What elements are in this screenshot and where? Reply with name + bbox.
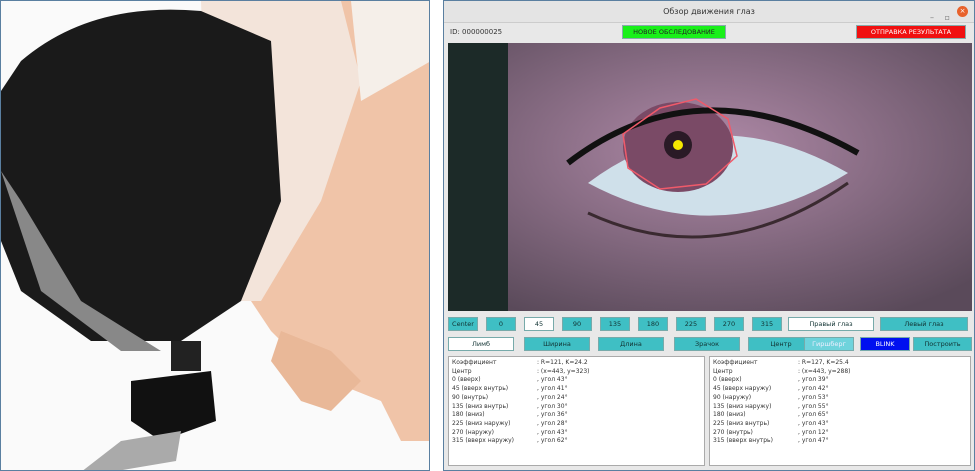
result-line: 225 (вниз внутрь) , угол 43° — [713, 420, 967, 429]
result-label: 180 (вниз) — [452, 411, 485, 419]
result-value: , угол 42° — [798, 385, 829, 393]
result-line: 270 (внутрь) , угол 12° — [713, 429, 967, 438]
title-bar: Обзор движения глаз – ▫ × — [444, 1, 974, 23]
app-window: Обзор движения глаз – ▫ × ID: 000000025 … — [443, 0, 975, 471]
result-label: 225 (вниз наружу) — [452, 419, 511, 427]
eye-camera-view — [448, 43, 972, 311]
length-button[interactable]: Длина — [598, 337, 664, 351]
dir-45-button[interactable]: 45 — [524, 317, 554, 331]
right-eye-results: Коэффициент : R=121, K=24.2 Центр : (x=443,… — [448, 356, 705, 466]
result-value: , угол 47° — [798, 437, 829, 445]
result-label: 180 (вниз) — [713, 411, 746, 419]
right-eye-button[interactable]: Правый глаз — [788, 317, 874, 331]
width-button[interactable]: Ширина — [524, 337, 590, 351]
result-label: 315 (вверх наружу) — [452, 437, 514, 445]
result-value: : R=121, K=24.2 — [537, 359, 588, 366]
pupil-center-marker — [673, 140, 683, 150]
result-line: Коэффициент : R=121, K=24.2 — [452, 359, 701, 368]
left-eye-results: Коэффициент : R=127, K=25.4 Центр : (x=443,… — [709, 356, 971, 466]
result-line: 315 (вверх наружу) , угол 62° — [452, 437, 701, 446]
result-label: 45 (вверх внутрь) — [452, 385, 509, 393]
result-label: 270 (внутрь) — [713, 428, 753, 436]
dir-135-button[interactable]: 135 — [600, 317, 630, 331]
center-button[interactable]: Center — [448, 317, 478, 331]
result-label: 0 (вверх) — [713, 376, 742, 384]
result-label: 225 (вниз внутрь) — [713, 419, 770, 427]
result-value: , угол 28° — [537, 419, 568, 427]
result-value: , угол 12° — [798, 428, 829, 436]
result-line: 180 (вниз) , угол 36° — [452, 411, 701, 420]
result-label: Коэффициент — [452, 359, 497, 366]
result-line: 0 (вверх) , угол 43° — [452, 376, 701, 385]
close-icon[interactable]: × — [957, 6, 968, 17]
dir-90-button[interactable]: 90 — [562, 317, 592, 331]
result-label: 0 (вверх) — [452, 376, 481, 384]
result-value: , угол 41° — [537, 385, 568, 393]
result-line: 90 (внутрь) , угол 24° — [452, 394, 701, 403]
result-value: , угол 43° — [798, 419, 829, 427]
result-value: , угол 43° — [537, 376, 568, 384]
result-line: 315 (вверх внутрь) , угол 47° — [713, 437, 967, 446]
result-label: 90 (наружу) — [713, 393, 752, 401]
result-label: 135 (вниз наружу) — [713, 402, 772, 410]
result-line: 135 (вниз внутрь) , угол 30° — [452, 403, 701, 412]
result-value: , угол 53° — [798, 393, 829, 401]
result-line: Коэффициент : R=127, K=25.4 — [713, 359, 967, 368]
result-line: 0 (вверх) , угол 39° — [713, 376, 967, 385]
result-label: 45 (вверх наружу) — [713, 385, 772, 393]
blink-button[interactable]: BLINK — [860, 337, 910, 351]
result-label: 90 (внутрь) — [452, 393, 489, 401]
pupil-button[interactable]: Зрачок — [674, 337, 740, 351]
result-value: , угол 39° — [798, 376, 829, 384]
dir-0-button[interactable]: 0 — [486, 317, 516, 331]
dir-270-button[interactable]: 270 — [714, 317, 744, 331]
result-value: : R=127, K=25.4 — [798, 359, 849, 366]
measure-button-row: Лимб Ширина Длина Зрачок Центр Гиршберг BLINK П… — [448, 337, 972, 351]
result-value: , угол 55° — [798, 402, 829, 410]
window-title: Обзор движения глаз — [663, 7, 755, 16]
build-button[interactable]: Построить — [913, 337, 972, 351]
result-line: 45 (вверх наружу) , угол 42° — [713, 385, 967, 394]
new-exam-button[interactable]: НОВОЕ ОБСЛЕДОВАНИЕ — [622, 25, 726, 39]
result-value: , угол 65° — [798, 411, 829, 419]
result-value: , угол 30° — [537, 402, 568, 410]
dir-180-button[interactable]: 180 — [638, 317, 668, 331]
result-value: : (x=443, y=323) — [537, 367, 590, 375]
result-line: 135 (вниз наружу) , угол 55° — [713, 403, 967, 412]
send-result-button[interactable]: ОТПРАВКА РЕЗУЛЬТАТА — [856, 25, 966, 39]
result-label: Центр — [452, 367, 472, 375]
result-line: Центр : (x=443, y=288) — [713, 368, 967, 377]
result-line: Центр : (x=443, y=323) — [452, 368, 701, 377]
headset-photo — [0, 0, 430, 471]
result-line: 270 (наружу) , угол 43° — [452, 429, 701, 438]
result-value: : (x=443, y=288) — [798, 367, 851, 375]
dir-315-button[interactable]: 315 — [752, 317, 782, 331]
left-eye-button[interactable]: Левый глаз — [880, 317, 968, 331]
result-line: 225 (вниз наружу) , угол 28° — [452, 420, 701, 429]
result-value: , угол 43° — [537, 428, 568, 436]
result-line: 180 (вниз) , угол 65° — [713, 411, 967, 420]
result-value: , угол 36° — [537, 411, 568, 419]
result-label: Центр — [713, 367, 733, 375]
result-value: , угол 24° — [537, 393, 568, 401]
direction-button-row: Center 0 45 90 135 180 225 270 315 Правый глаз Лев… — [448, 317, 972, 331]
result-label: 315 (вверх внутрь) — [713, 437, 773, 445]
result-label: 135 (вниз внутрь) — [452, 402, 509, 410]
result-label: Коэффициент — [713, 359, 758, 366]
dir-225-button[interactable]: 225 — [676, 317, 706, 331]
result-label: 270 (наружу) — [452, 428, 494, 436]
result-line: 45 (вверх внутрь) , угол 41° — [452, 385, 701, 394]
hirschberg-button[interactable]: Гиршберг — [804, 337, 854, 351]
limbus-button[interactable]: Лимб — [448, 337, 514, 351]
result-value: , угол 62° — [537, 437, 568, 445]
patient-id: ID: 000000025 — [450, 28, 503, 36]
result-line: 90 (наружу) , угол 53° — [713, 394, 967, 403]
